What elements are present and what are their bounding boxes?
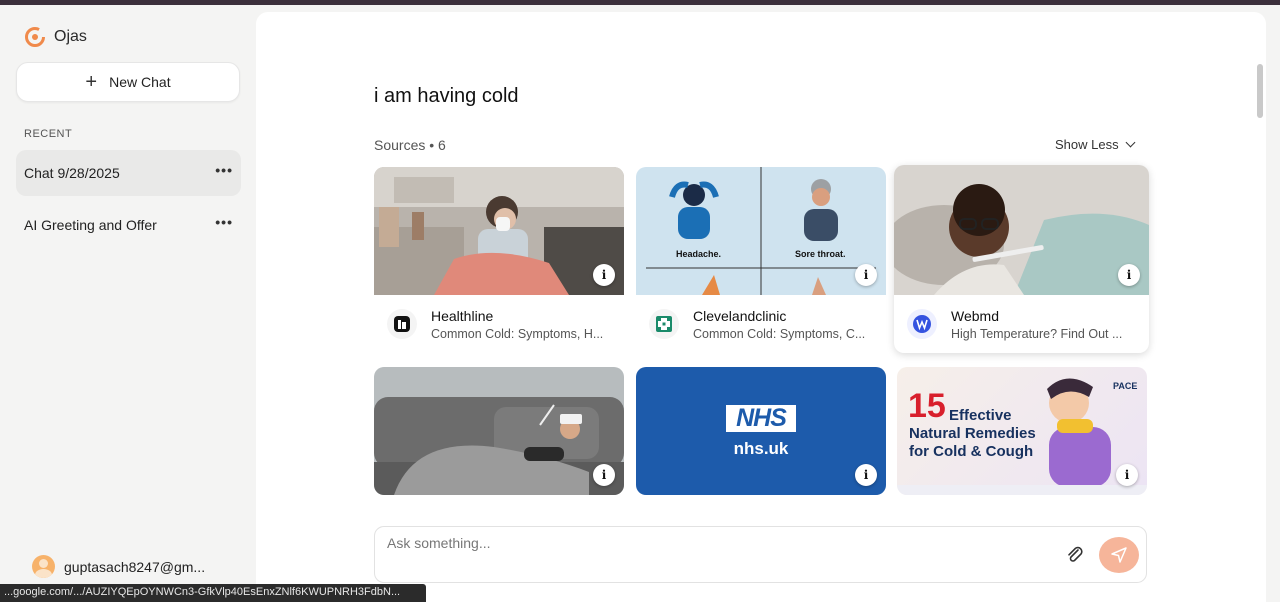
man-with-thermometer-image — [894, 165, 1149, 295]
headache-caption: Headache. — [676, 249, 722, 259]
show-less-label: Show Less — [1055, 137, 1119, 152]
source-meta: Healthline Common Cold: Symptoms, H... — [374, 295, 624, 353]
source-meta: Clevelandclinic Common Cold: Symptoms, C… — [636, 295, 886, 353]
source-thumbnail: 15 Effective Natural Remedies for Cold &… — [897, 367, 1147, 495]
source-card-pace[interactable]: 15 Effective Natural Remedies for Cold &… — [897, 367, 1147, 495]
remedies-subline-1: Natural Remedies — [909, 425, 1036, 442]
source-meta: Webmd High Temperature? Find Out ... — [894, 295, 1149, 353]
source-thumbnail: Headache. Sore throat. i — [636, 167, 886, 295]
user-profile[interactable]: guptasach8247@gm... — [32, 555, 205, 578]
source-thumbnail: i — [894, 165, 1149, 295]
source-site: Healthline — [431, 307, 494, 324]
sore-throat-caption: Sore throat. — [795, 249, 846, 259]
webmd-icon — [907, 309, 937, 339]
source-card-webmd[interactable]: i Webmd High Temperature? Find Out ... — [894, 165, 1149, 353]
source-card[interactable]: i — [374, 367, 624, 495]
source-site: Clevelandclinic — [693, 307, 787, 324]
chat-input-box — [374, 526, 1147, 583]
source-thumbnail: NHS nhs.uk i — [636, 367, 886, 495]
send-button[interactable] — [1099, 537, 1139, 573]
scrollbar-thumb[interactable] — [1257, 64, 1263, 118]
new-chat-button[interactable]: + New Chat — [16, 62, 240, 102]
source-title: Common Cold: Symptoms, C... — [693, 326, 866, 341]
chat-item-title: AI Greeting and Offer — [24, 217, 157, 233]
remedies-headline: Effective — [949, 407, 1012, 424]
info-icon[interactable]: i — [593, 464, 615, 486]
send-icon — [1111, 547, 1127, 563]
recent-section-label: RECENT — [24, 128, 73, 140]
ojas-logo-icon — [25, 27, 45, 47]
nhs-domain: nhs.uk — [733, 439, 789, 458]
link-status-bar: ...google.com/.../AUZIYQEpOYNWCn3-GfkVlp… — [0, 584, 426, 602]
app-name: Ojas — [54, 28, 87, 45]
source-site: Webmd — [951, 307, 999, 324]
clevelandclinic-icon — [649, 309, 679, 339]
user-question: i am having cold — [374, 85, 519, 107]
plus-icon: + — [85, 71, 98, 93]
chat-item[interactable]: AI Greeting and Offer ••• — [16, 202, 241, 248]
user-email: guptasach8247@gm... — [64, 558, 206, 575]
healthline-icon — [387, 309, 417, 339]
pace-logo: PACE — [1113, 381, 1138, 391]
info-icon[interactable]: i — [855, 264, 877, 286]
remedies-subline-2: for Cold & Cough — [909, 443, 1034, 460]
woman-sneezing-image — [374, 167, 624, 295]
sources-count: Sources • 6 — [374, 137, 446, 153]
cold-symptoms-illustration — [636, 167, 886, 295]
sidebar: Ojas + New Chat RECENT Chat 9/28/2025 ••… — [0, 5, 256, 602]
chat-item[interactable]: Chat 9/28/2025 ••• — [16, 150, 241, 196]
more-options-icon[interactable]: ••• — [215, 214, 233, 230]
info-icon[interactable]: i — [593, 264, 615, 286]
chevron-down-icon — [1125, 137, 1136, 148]
source-title: Common Cold: Symptoms, H... — [431, 326, 604, 341]
chat-item-title: Chat 9/28/2025 — [24, 165, 120, 181]
info-icon[interactable]: i — [1116, 464, 1138, 486]
remedies-count: 15 — [908, 387, 946, 425]
info-icon[interactable]: i — [1118, 264, 1140, 286]
ask-input[interactable] — [387, 535, 1037, 551]
new-chat-label: New Chat — [109, 74, 171, 90]
nhs-logo: NHS — [726, 405, 796, 432]
show-less-button[interactable]: Show Less — [1055, 137, 1136, 152]
source-title: High Temperature? Find Out ... — [951, 326, 1123, 341]
avatar — [32, 555, 55, 578]
source-thumbnail: i — [374, 367, 624, 495]
source-thumbnail: i — [374, 167, 624, 295]
info-icon[interactable]: i — [855, 464, 877, 486]
source-card-nhs[interactable]: NHS nhs.uk i — [636, 367, 886, 495]
brand[interactable]: Ojas — [24, 26, 87, 48]
sick-person-on-sofa-image — [374, 367, 624, 495]
source-card-healthline[interactable]: i Healthline Common Cold: Symptoms, H... — [374, 167, 624, 353]
source-card-clevelandclinic[interactable]: Headache. Sore throat. i Clevelandclinic… — [636, 167, 886, 353]
paperclip-icon[interactable] — [1065, 545, 1085, 565]
more-options-icon[interactable]: ••• — [215, 162, 233, 178]
